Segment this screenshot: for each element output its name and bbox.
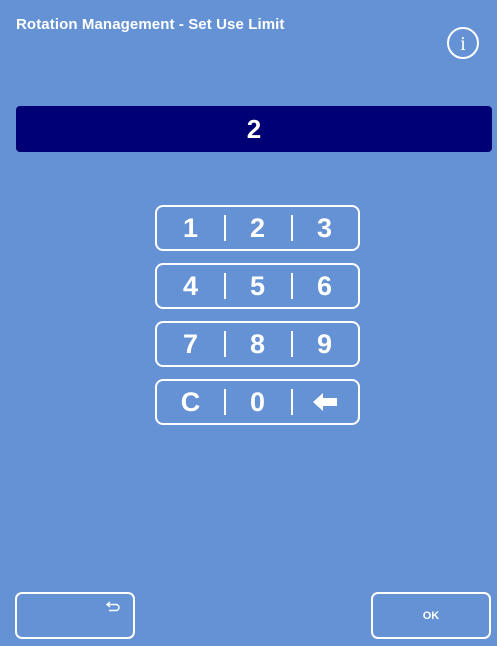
- ok-button[interactable]: OK: [371, 592, 491, 639]
- key-3[interactable]: 3: [291, 207, 358, 249]
- backspace-key[interactable]: [291, 381, 358, 423]
- keypad-row: 7 8 9: [155, 321, 360, 367]
- display-value: 2: [246, 113, 262, 144]
- key-0[interactable]: 0: [224, 381, 291, 423]
- info-button[interactable]: i: [446, 26, 480, 60]
- svg-text:i: i: [460, 33, 466, 55]
- key-7[interactable]: 7: [157, 323, 224, 365]
- key-4[interactable]: 4: [157, 265, 224, 307]
- keypad-row: 1 2 3: [155, 205, 360, 251]
- key-6[interactable]: 6: [291, 265, 358, 307]
- ok-label: OK: [422, 609, 440, 622]
- key-5[interactable]: 5: [224, 265, 291, 307]
- keypad-row: 4 5 6: [155, 263, 360, 309]
- value-display: 2: [16, 106, 492, 152]
- keypad-row: C 0: [155, 379, 360, 425]
- numeric-keypad: 1 2 3 4 5 6 7 8 9 C 0: [155, 205, 360, 437]
- key-clear[interactable]: C: [157, 381, 224, 423]
- info-circle-icon: i: [447, 27, 479, 59]
- key-8[interactable]: 8: [224, 323, 291, 365]
- back-button[interactable]: [15, 592, 135, 639]
- key-2[interactable]: 2: [224, 207, 291, 249]
- backspace-arrow-icon: [312, 393, 337, 411]
- page-title: Rotation Management - Set Use Limit: [16, 16, 285, 33]
- key-1[interactable]: 1: [157, 207, 224, 249]
- return-arrow-icon: [105, 601, 120, 612]
- key-9[interactable]: 9: [291, 323, 358, 365]
